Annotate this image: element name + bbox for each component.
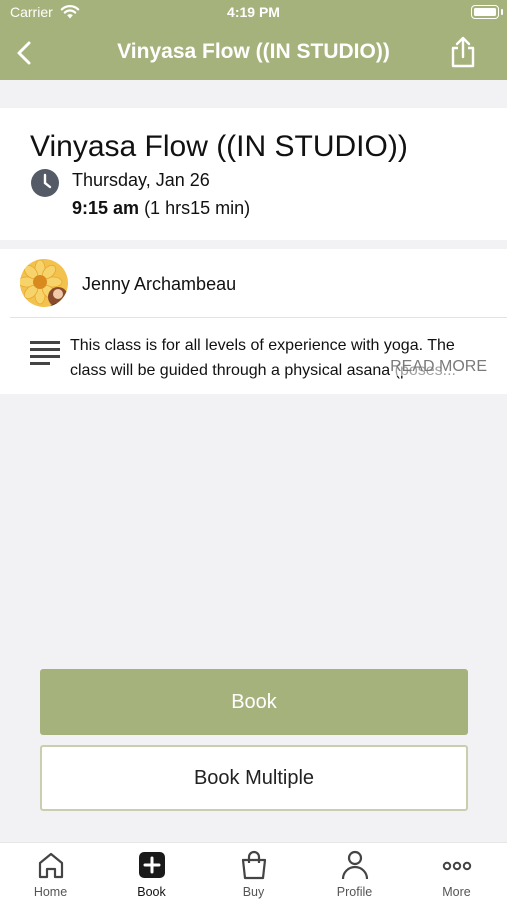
instructor-name[interactable]: Jenny Archambeau: [82, 274, 236, 295]
tab-label: Buy: [242, 885, 265, 899]
instructor-avatar[interactable]: [20, 259, 68, 307]
class-title: Vinyasa Flow ((IN STUDIO)): [30, 130, 408, 163]
book-button[interactable]: Book: [40, 669, 468, 735]
class-date: Thursday, Jan 26: [72, 170, 210, 190]
clock-icon: [31, 169, 59, 197]
tab-label: More: [442, 885, 471, 899]
share-icon[interactable]: [449, 36, 477, 68]
more-dots-icon: [442, 861, 472, 871]
tab-label: Home: [33, 885, 68, 899]
battery-tip: [501, 9, 503, 15]
class-start-time: 9:15 am: [72, 198, 140, 218]
status-time: 4:19 PM: [227, 4, 280, 20]
class-time-line: 9:15 am (1 hrs15 min): [72, 198, 250, 219]
instructor-card: Jenny Archambeau This class is for all l…: [0, 249, 507, 394]
shopping-bag-icon: [241, 850, 267, 880]
tab-label: Profile: [336, 885, 373, 899]
tab-profile[interactable]: Profile: [304, 843, 405, 900]
nav-title: Vinyasa Flow ((IN STUDIO)): [117, 40, 390, 63]
description-lines-icon: [30, 341, 60, 365]
divider: [10, 317, 507, 318]
tab-label: Book: [137, 885, 166, 899]
class-info-card: Vinyasa Flow ((IN STUDIO)) Thursday, Jan…: [0, 108, 507, 240]
person-icon: [341, 850, 369, 880]
navigation-bar: Vinyasa Flow ((IN STUDIO)): [0, 26, 507, 80]
tab-home[interactable]: Home: [0, 843, 101, 900]
tab-book[interactable]: Book: [101, 843, 202, 900]
read-more-link[interactable]: READ MORE: [390, 358, 487, 376]
book-multiple-button[interactable]: Book Multiple: [40, 745, 468, 811]
tab-buy[interactable]: Buy: [203, 843, 304, 900]
avatar-sunflower-image: [20, 259, 68, 307]
book-plus-icon: [139, 852, 165, 878]
back-chevron-icon[interactable]: [10, 38, 40, 68]
status-bar: Carrier 4:19 PM: [0, 0, 507, 26]
header-bar: Carrier 4:19 PM Vinyasa Flow ((IN STUDIO…: [0, 0, 507, 80]
tab-more[interactable]: More: [406, 843, 507, 900]
class-duration: (1 hrs15 min): [144, 198, 251, 218]
battery-icon: [471, 5, 499, 19]
home-icon: [38, 852, 64, 879]
tab-bar: Home Book Buy Profile More: [0, 842, 507, 900]
